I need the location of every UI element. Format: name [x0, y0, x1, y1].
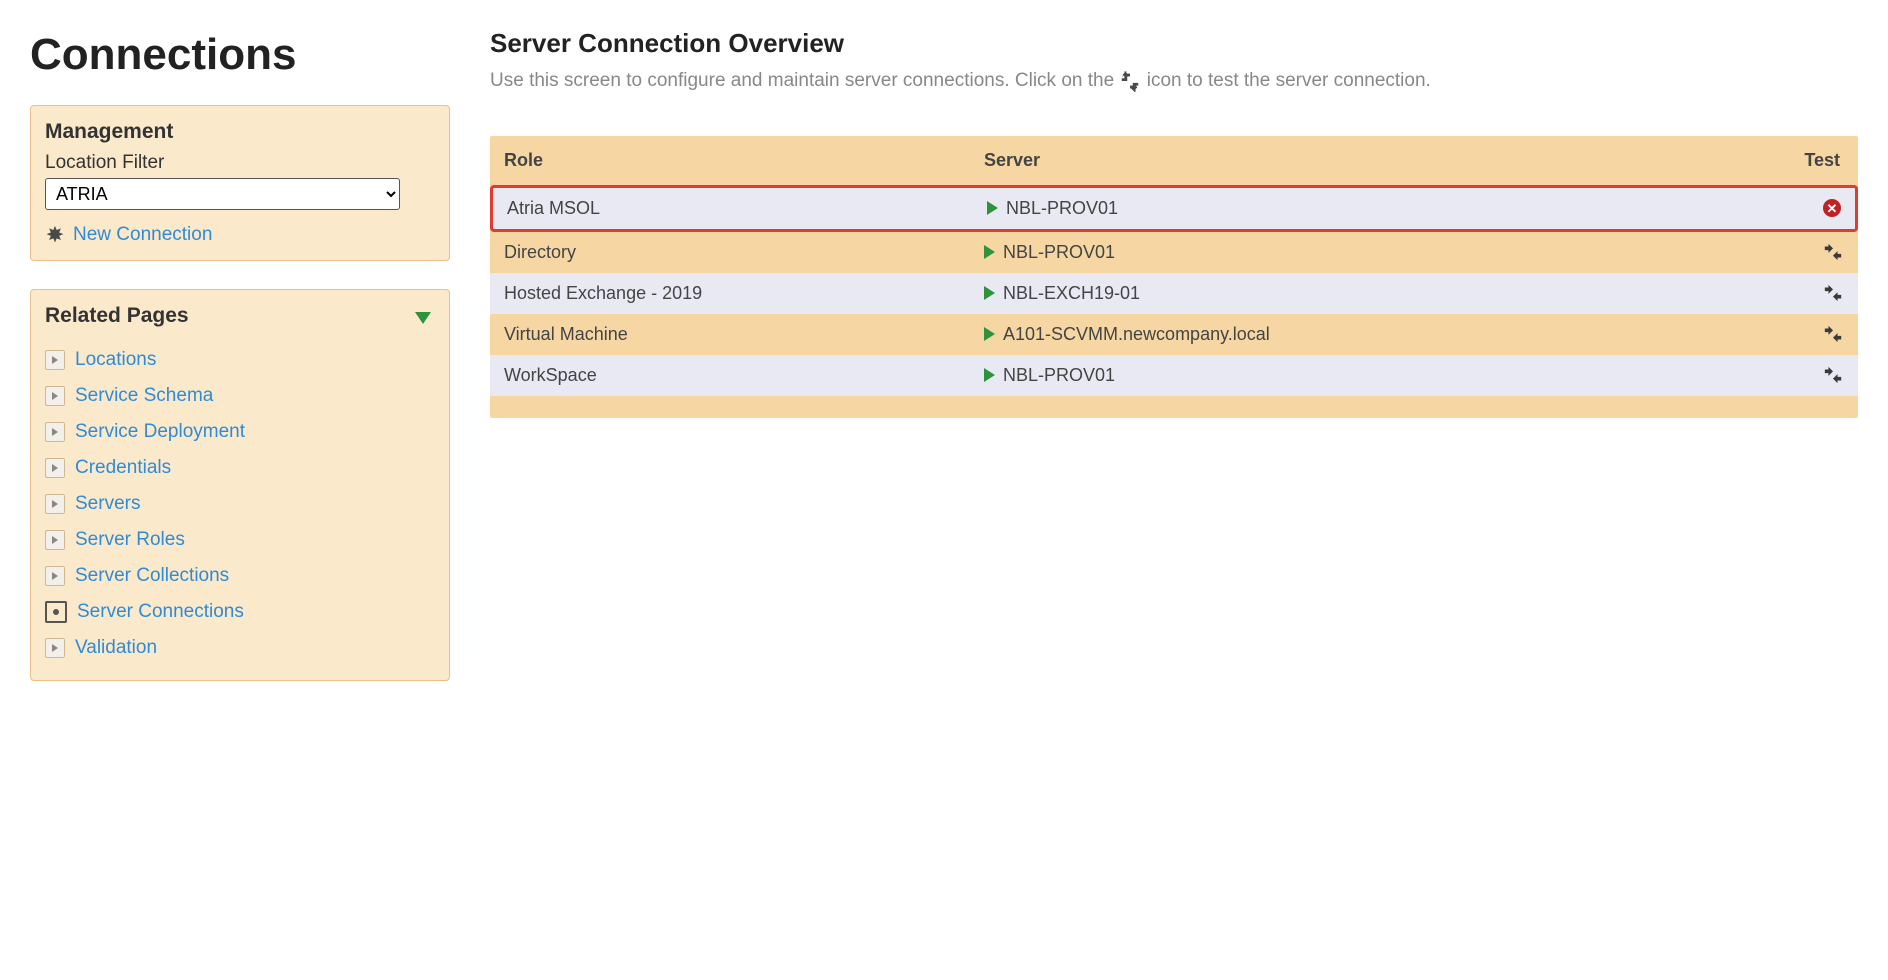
overview-desc-before: Use this screen to configure and maintai…: [490, 70, 1119, 91]
arrow-right-icon: [45, 638, 65, 658]
sidebar-item-label[interactable]: Service Deployment: [75, 421, 245, 443]
sidebar-item-label[interactable]: Locations: [75, 349, 156, 371]
sidebar-item-label[interactable]: Server Roles: [75, 529, 185, 551]
sidebar-item[interactable]: Locations: [45, 342, 435, 378]
test-cell: [1784, 324, 1846, 344]
connections-table: Role Server Test Atria MSOL NBL-PROV01 ✕ Di…: [490, 136, 1858, 418]
play-icon: [984, 286, 995, 300]
server-name: NBL-EXCH19-01: [1003, 283, 1140, 304]
sidebar-item[interactable]: Server Connections: [45, 594, 435, 630]
location-filter-select[interactable]: ATRIA: [45, 178, 400, 210]
table-row[interactable]: WorkSpace NBL-PROV01: [490, 355, 1858, 396]
arrow-right-icon: [45, 566, 65, 586]
test-connection-icon: [1119, 70, 1141, 92]
table-row[interactable]: Directory NBL-PROV01: [490, 232, 1858, 273]
server-cell: NBL-PROV01: [987, 198, 1781, 219]
management-title: Management: [45, 120, 435, 144]
arrow-right-icon: [45, 350, 65, 370]
server-cell: A101-SCVMM.newcompany.local: [984, 324, 1784, 345]
role-cell: Directory: [502, 242, 984, 263]
sidebar-item[interactable]: Servers: [45, 486, 435, 522]
sidebar-item[interactable]: Server Collections: [45, 558, 435, 594]
arrow-right-icon: [45, 386, 65, 406]
server-cell: NBL-PROV01: [984, 365, 1784, 386]
role-cell: Atria MSOL: [505, 198, 987, 219]
server-name: NBL-PROV01: [1003, 365, 1115, 386]
new-connection-link[interactable]: New Connection: [73, 224, 212, 246]
table-header: Role Server Test: [490, 136, 1858, 185]
sidebar-item[interactable]: Service Schema: [45, 378, 435, 414]
server-name: NBL-PROV01: [1006, 198, 1118, 219]
collapse-icon[interactable]: [415, 312, 431, 324]
sidebar-item[interactable]: Credentials: [45, 450, 435, 486]
table-row[interactable]: Hosted Exchange - 2019 NBL-EXCH19-01: [490, 273, 1858, 314]
location-filter-label: Location Filter: [45, 152, 435, 174]
server-name: A101-SCVMM.newcompany.local: [1003, 324, 1270, 345]
play-icon: [987, 201, 998, 215]
col-test-header[interactable]: Test: [1780, 150, 1846, 171]
related-pages-panel: Related Pages Locations Service Schema Ser…: [30, 289, 450, 681]
burst-icon: [45, 225, 65, 245]
table-row[interactable]: Atria MSOL NBL-PROV01 ✕: [490, 185, 1858, 232]
test-cell: [1784, 283, 1846, 303]
sidebar-item-label[interactable]: Server Collections: [75, 565, 229, 587]
server-name: NBL-PROV01: [1003, 242, 1115, 263]
role-cell: Virtual Machine: [502, 324, 984, 345]
test-connection-icon[interactable]: [1822, 242, 1844, 262]
test-connection-icon[interactable]: [1822, 365, 1844, 385]
arrow-right-icon: [45, 422, 65, 442]
test-cell: [1784, 365, 1846, 385]
play-icon: [984, 327, 995, 341]
test-cell: ✕: [1781, 199, 1843, 217]
test-connection-icon[interactable]: [1822, 283, 1844, 303]
sidebar-item-label[interactable]: Validation: [75, 637, 157, 659]
sidebar-item-label[interactable]: Service Schema: [75, 385, 213, 407]
sidebar-item[interactable]: Validation: [45, 630, 435, 666]
test-connection-icon[interactable]: [1822, 324, 1844, 344]
col-server-header[interactable]: Server: [984, 150, 1780, 171]
arrow-right-icon: [45, 530, 65, 550]
role-cell: WorkSpace: [502, 365, 984, 386]
server-cell: NBL-PROV01: [984, 242, 1784, 263]
sidebar-item-label[interactable]: Servers: [75, 493, 140, 515]
col-role-header[interactable]: Role: [502, 150, 984, 171]
overview-description: Use this screen to configure and maintai…: [490, 67, 1858, 96]
role-cell: Hosted Exchange - 2019: [502, 283, 984, 304]
sidebar-item-label[interactable]: Credentials: [75, 457, 171, 479]
page-title: Connections: [30, 30, 450, 80]
arrow-right-icon: [45, 494, 65, 514]
table-row[interactable]: Virtual Machine A101-SCVMM.newcompany.loc…: [490, 314, 1858, 355]
current-page-icon: [45, 601, 67, 623]
arrow-right-icon: [45, 458, 65, 478]
overview-desc-after: icon to test the server connection.: [1147, 70, 1431, 91]
play-icon: [984, 368, 995, 382]
sidebar-item[interactable]: Service Deployment: [45, 414, 435, 450]
related-pages-title: Related Pages: [45, 304, 189, 328]
error-icon[interactable]: ✕: [1823, 199, 1841, 217]
overview-heading: Server Connection Overview: [490, 28, 1858, 59]
play-icon: [984, 245, 995, 259]
sidebar-item-label[interactable]: Server Connections: [77, 601, 244, 623]
test-cell: [1784, 242, 1846, 262]
management-panel: Management Location Filter ATRIA New Con…: [30, 105, 450, 261]
sidebar-item[interactable]: Server Roles: [45, 522, 435, 558]
server-cell: NBL-EXCH19-01: [984, 283, 1784, 304]
